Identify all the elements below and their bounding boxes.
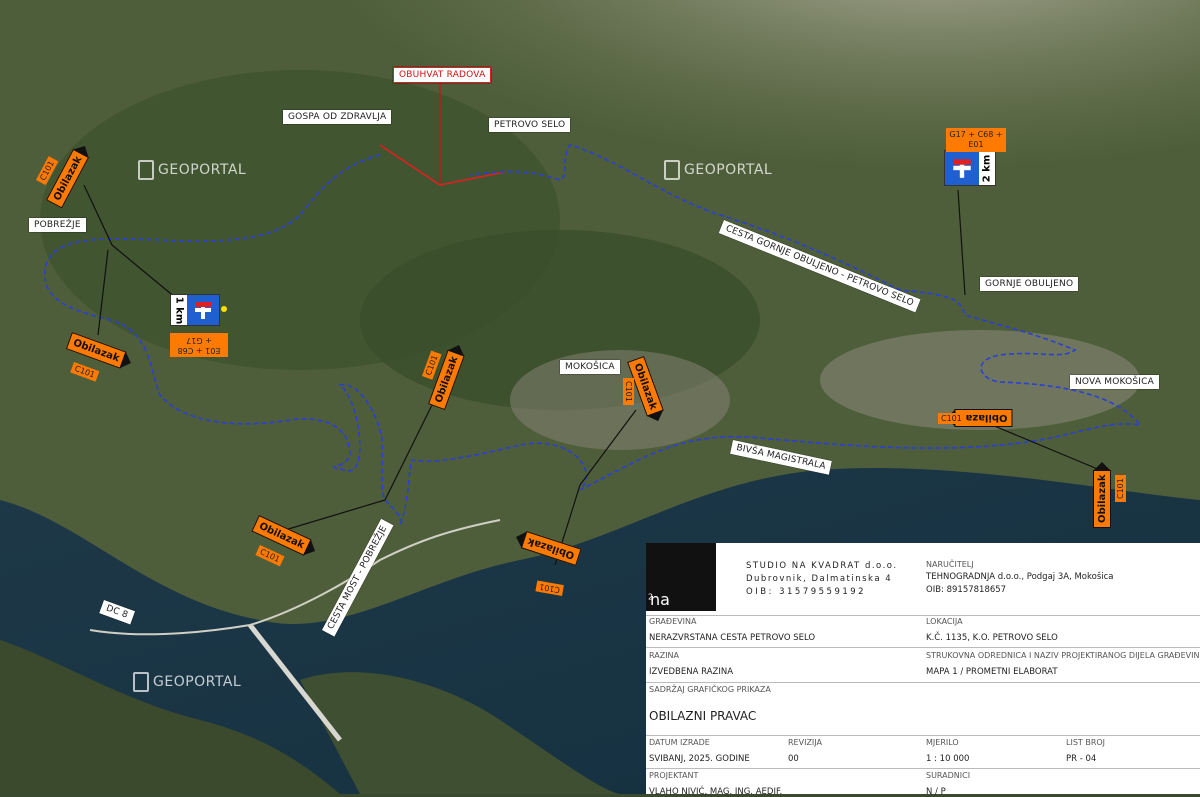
dead-end-icon bbox=[945, 151, 979, 185]
geoportal-watermark: GEOPORTAL bbox=[133, 672, 241, 692]
scale-value: 1 : 10 000 bbox=[926, 754, 970, 764]
location-header: LOKACIJA bbox=[926, 617, 963, 626]
sign-marker bbox=[221, 306, 227, 312]
drawing-title: OBILAZNI PRAVAC bbox=[649, 709, 757, 723]
geoportal-watermark: GEOPORTAL bbox=[664, 160, 772, 180]
building-header: GRAĐEVINA bbox=[649, 617, 697, 626]
label-pobrezje: POBREŽJE bbox=[29, 218, 86, 232]
dead-end-icon bbox=[187, 295, 219, 325]
content-header: SADRŽAJ GRAFIČKOG PRIKAZA bbox=[649, 685, 771, 694]
label-gornje-obuljeno: GORNJE OBULJENO bbox=[980, 277, 1079, 291]
label-nova-mokosica: NOVA MOKOŠICA bbox=[1070, 375, 1160, 389]
label-gospa-od-zdravlja: GOSPA OD ZDRAVLJA bbox=[283, 110, 392, 124]
sign-code-tag: C101 bbox=[1115, 475, 1126, 502]
geoportal-icon bbox=[138, 160, 154, 180]
scale-header: MJERILO bbox=[926, 738, 959, 747]
collaborators-value: N / P bbox=[926, 787, 946, 797]
label-petrovo-selo: PETROVO SELO bbox=[489, 118, 571, 132]
studio-oib: OIB: 31579559192 bbox=[746, 587, 867, 597]
geoportal-icon bbox=[664, 160, 680, 180]
level-header: RAZINA bbox=[649, 651, 680, 660]
dead-end-sign-1km: 1 km bbox=[170, 294, 220, 326]
studio-name: STUDIO NA KVADRAT d.o.o. bbox=[746, 561, 898, 571]
date-value: SVIBANJ, 2025. GODINE bbox=[649, 754, 750, 764]
designer-value: VLAHO NIVIĆ, MAG. ING. AEDIF. bbox=[649, 787, 783, 797]
label-mokosica: MOKOŠICA bbox=[560, 360, 620, 374]
client-value: TEHNOGRADNJA d.o.o., Podgaj 3A, Mokošica bbox=[926, 572, 1114, 582]
location-value: K.Č. 1135, K.O. PETROVO SELO bbox=[926, 633, 1058, 643]
discipline-value: MAPA 1 / PROMETNI ELABORAT bbox=[926, 667, 1058, 677]
revision-header: REVIZIJA bbox=[788, 738, 822, 747]
date-header: DATUM IZRADE bbox=[649, 738, 710, 747]
sign-code-tag: C101 bbox=[623, 378, 634, 405]
settlement-mokosica bbox=[510, 350, 730, 450]
distance-label: 1 km bbox=[171, 295, 187, 325]
client-oib: OIB: 89157818657 bbox=[926, 585, 1007, 595]
sign-code-tag: C101 bbox=[938, 413, 965, 424]
level-value: IZVEDBENA RAZINA bbox=[649, 667, 734, 677]
sign-codes-g17-c68-e01: G17 + C68 + E01 bbox=[946, 128, 1006, 152]
geoportal-icon bbox=[133, 672, 149, 692]
studio-logo: na 2 bbox=[646, 543, 716, 611]
title-block: na 2 STUDIO NA KVADRAT d.o.o. Dubrovnik, … bbox=[646, 543, 1200, 797]
studio-address: Dubrovnik, Dalmatinska 4 bbox=[746, 574, 893, 584]
discipline-header: STRUKOVNA ODREDNICA I NAZIV PROJEKTIRANO… bbox=[926, 651, 1200, 660]
sheet-value: PR - 04 bbox=[1066, 754, 1097, 764]
works-scope-label: OBUHVAT RADOVA bbox=[393, 67, 492, 83]
distance-label: 2 km bbox=[979, 151, 995, 185]
building-value: NERAZVRSTANA CESTA PETROVO SELO bbox=[649, 633, 816, 643]
arrow-icon bbox=[1093, 461, 1111, 471]
sheet-header: LIST BROJ bbox=[1066, 738, 1106, 747]
geoportal-watermark: GEOPORTAL bbox=[138, 160, 246, 180]
detour-sign: Obilazak bbox=[1093, 461, 1111, 528]
dead-end-sign-2km: 2 km bbox=[944, 150, 996, 186]
client-header: NARUČITELJ bbox=[926, 560, 974, 569]
designer-header: PROJEKTANT bbox=[649, 771, 699, 780]
collaborators-header: SURADNICI bbox=[926, 771, 971, 780]
sign-codes-e01-c68-g17: E01 + C68 + G17 bbox=[170, 333, 228, 357]
revision-value: 00 bbox=[788, 754, 799, 764]
